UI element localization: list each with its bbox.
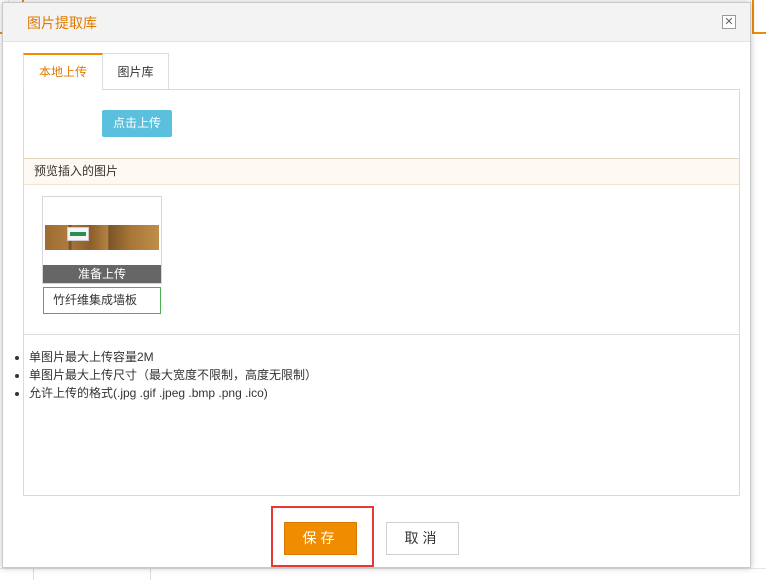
note-max-dimensions: 单图片最大上传尺寸（最大宽度不限制，高度无限制） bbox=[29, 366, 317, 384]
image-name-input[interactable]: 竹纤维集成墙板 bbox=[43, 287, 161, 314]
tab-bar: 本地上传 图片库 bbox=[23, 53, 740, 90]
thumbnail-sign bbox=[67, 227, 89, 241]
cancel-button[interactable]: 取消 bbox=[386, 522, 459, 555]
close-icon[interactable]: ✕ bbox=[722, 15, 736, 29]
preview-section: 预览插入的图片 准备上传 竹纤维集成墙板 bbox=[24, 158, 739, 335]
image-thumbnail-card[interactable]: 准备上传 bbox=[42, 196, 162, 284]
background-orange-frame-right bbox=[752, 0, 766, 34]
dialog-title: 图片提取库 bbox=[27, 15, 97, 31]
preview-header: 预览插入的图片 bbox=[24, 159, 739, 185]
upload-notes: 单图片最大上传容量2M 单图片最大上传尺寸（最大宽度不限制，高度无限制） 允许上… bbox=[29, 348, 317, 402]
local-upload-panel: 点击上传 预览插入的图片 准备上传 竹纤维集成墙板 bbox=[23, 89, 740, 496]
background-bottom-cell bbox=[33, 569, 151, 580]
dialog-body: 本地上传 图片库 点击上传 预览插入的图片 准备上传 竹纤维集成墙板 bbox=[23, 53, 740, 496]
image-thumbnail bbox=[45, 225, 159, 250]
upload-button[interactable]: 点击上传 bbox=[102, 110, 172, 137]
dialog-header: 图片提取库 ✕ bbox=[3, 3, 750, 42]
note-max-size: 单图片最大上传容量2M bbox=[29, 348, 317, 366]
image-library-dialog: 图片提取库 ✕ 本地上传 图片库 点击上传 预览插入的图片 准备上传 竹纤维集成… bbox=[2, 2, 751, 568]
tab-image-library[interactable]: 图片库 bbox=[102, 53, 169, 90]
tab-local-upload[interactable]: 本地上传 bbox=[23, 53, 103, 90]
note-allowed-formats: 允许上传的格式(.jpg .gif .jpeg .bmp .png .ico) bbox=[29, 384, 317, 402]
save-button[interactable]: 保存 bbox=[284, 522, 357, 555]
upload-status: 准备上传 bbox=[43, 265, 161, 283]
dialog-footer: 保存 取消 bbox=[3, 503, 750, 567]
